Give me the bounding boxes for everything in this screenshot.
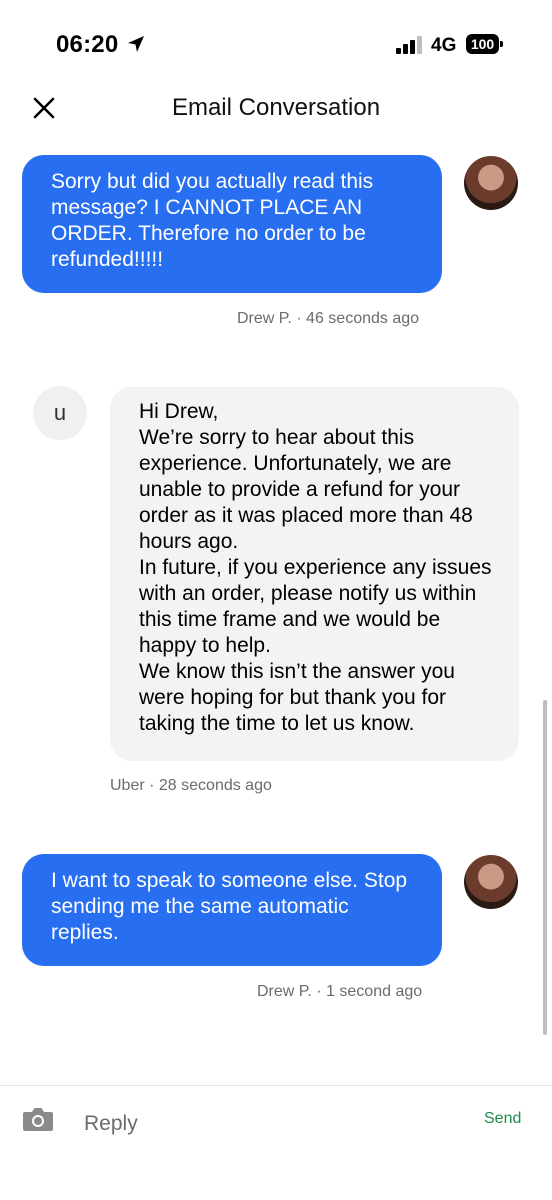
- outgoing-message: Sorry but did you actually read this mes…: [22, 155, 442, 293]
- camera-icon[interactable]: [22, 1106, 54, 1132]
- avatar[interactable]: [464, 156, 518, 210]
- location-arrow-icon: [128, 36, 144, 52]
- reply-composer: Send: [0, 1085, 552, 1200]
- cellular-signal-icon: [396, 36, 422, 54]
- network-type: 4G: [431, 35, 457, 56]
- avatar[interactable]: [464, 855, 518, 909]
- message-meta: Uber · 28 seconds ago: [110, 777, 272, 794]
- send-button[interactable]: Send: [484, 1110, 521, 1128]
- header: Email Conversation: [0, 84, 552, 132]
- outgoing-message: I want to speak to someone else. Stop se…: [22, 854, 442, 966]
- page-title: Email Conversation: [171, 94, 381, 121]
- battery-nub: [500, 41, 503, 47]
- status-time: 06:20: [56, 31, 119, 58]
- scrollbar[interactable]: [543, 700, 547, 1035]
- reply-input[interactable]: [84, 1108, 444, 1140]
- battery-icon: 100: [466, 34, 503, 54]
- email-conversation-screen: 06:20 4G 100 Email Conversation Sorry bu…: [0, 0, 552, 1200]
- status-bar: 06:20 4G 100: [0, 0, 552, 90]
- message-meta: Drew P. · 1 second ago: [257, 983, 423, 1000]
- message-meta: Drew P. · 46 seconds ago: [237, 310, 420, 327]
- sender-avatar: u: [33, 386, 87, 440]
- battery-level: 100: [466, 34, 499, 54]
- incoming-message: Hi Drew, We’re sorry to hear about this …: [110, 387, 519, 761]
